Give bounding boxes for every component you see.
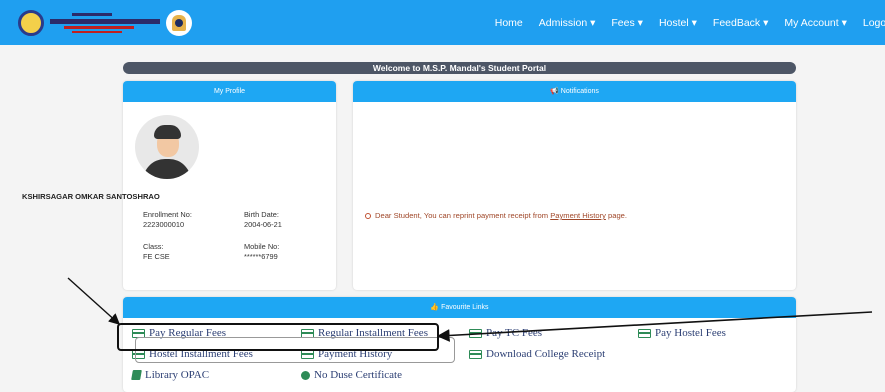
nav-home[interactable]: Home — [495, 17, 523, 29]
nav-hostel[interactable]: Hostel ▾ — [659, 17, 697, 29]
circle-icon — [301, 370, 310, 380]
arrow-left — [67, 277, 121, 325]
seal-icon — [18, 10, 44, 36]
nav-my-account[interactable]: My Account ▾ — [784, 17, 846, 29]
link-library-opac[interactable]: Library OPAC — [131, 369, 209, 381]
notifications-card: 📢 Notifications Dear Student, You can re… — [353, 81, 796, 290]
link-download-college-receipt[interactable]: Download College Receipt — [469, 348, 605, 360]
nav-admission[interactable]: Admission ▾ — [539, 17, 596, 29]
favourite-links-title: 👍 Favourite Links — [123, 297, 796, 318]
student-name: KSHIRSAGAR OMKAR SANTOSHRAO — [22, 192, 160, 201]
thumbs-up-icon: 👍 — [430, 304, 440, 311]
mobile-field: Mobile No: ******6799 — [244, 242, 280, 261]
welcome-banner: Welcome to M.S.P. Mandal's Student Porta… — [123, 62, 796, 74]
emblem-icon — [166, 10, 192, 36]
link-no-dues-certificate[interactable]: No Duse Certificate — [301, 369, 402, 381]
nav-menu: Home Admission ▾ Fees ▾ Hostel ▾ FeedBac… — [495, 0, 885, 45]
link-pay-hostel-fees[interactable]: Pay Hostel Fees — [638, 327, 726, 339]
nav-fees[interactable]: Fees ▾ — [611, 17, 643, 29]
logo-wordmark — [50, 12, 160, 34]
institute-logo[interactable] — [18, 9, 192, 37]
nav-logout[interactable]: Logout — [863, 17, 885, 29]
card-icon — [638, 328, 651, 338]
birth-date-field: Birth Date: 2004-06-21 — [244, 210, 282, 229]
book-icon — [131, 370, 142, 380]
profile-card-title: My Profile — [123, 81, 336, 102]
link-pay-tc-fees[interactable]: Pay TC Fees — [469, 327, 542, 339]
bullet-icon — [365, 213, 371, 219]
avatar — [135, 115, 199, 179]
notification-message: Dear Student, You can reprint payment re… — [365, 211, 627, 220]
megaphone-icon: 📢 — [550, 88, 559, 95]
card-icon — [469, 328, 482, 338]
payment-history-link[interactable]: Payment History — [550, 211, 606, 220]
nav-feedback[interactable]: FeedBack ▾ — [713, 17, 768, 29]
top-navbar: Home Admission ▾ Fees ▾ Hostel ▾ FeedBac… — [0, 0, 885, 45]
notifications-card-title: 📢 Notifications — [353, 81, 796, 102]
annotation-highlight-box — [117, 323, 439, 351]
class-field: Class: FE CSE — [143, 242, 170, 261]
enrollment-field: Enrollment No: 2223000010 — [143, 210, 192, 229]
card-icon — [469, 349, 482, 359]
